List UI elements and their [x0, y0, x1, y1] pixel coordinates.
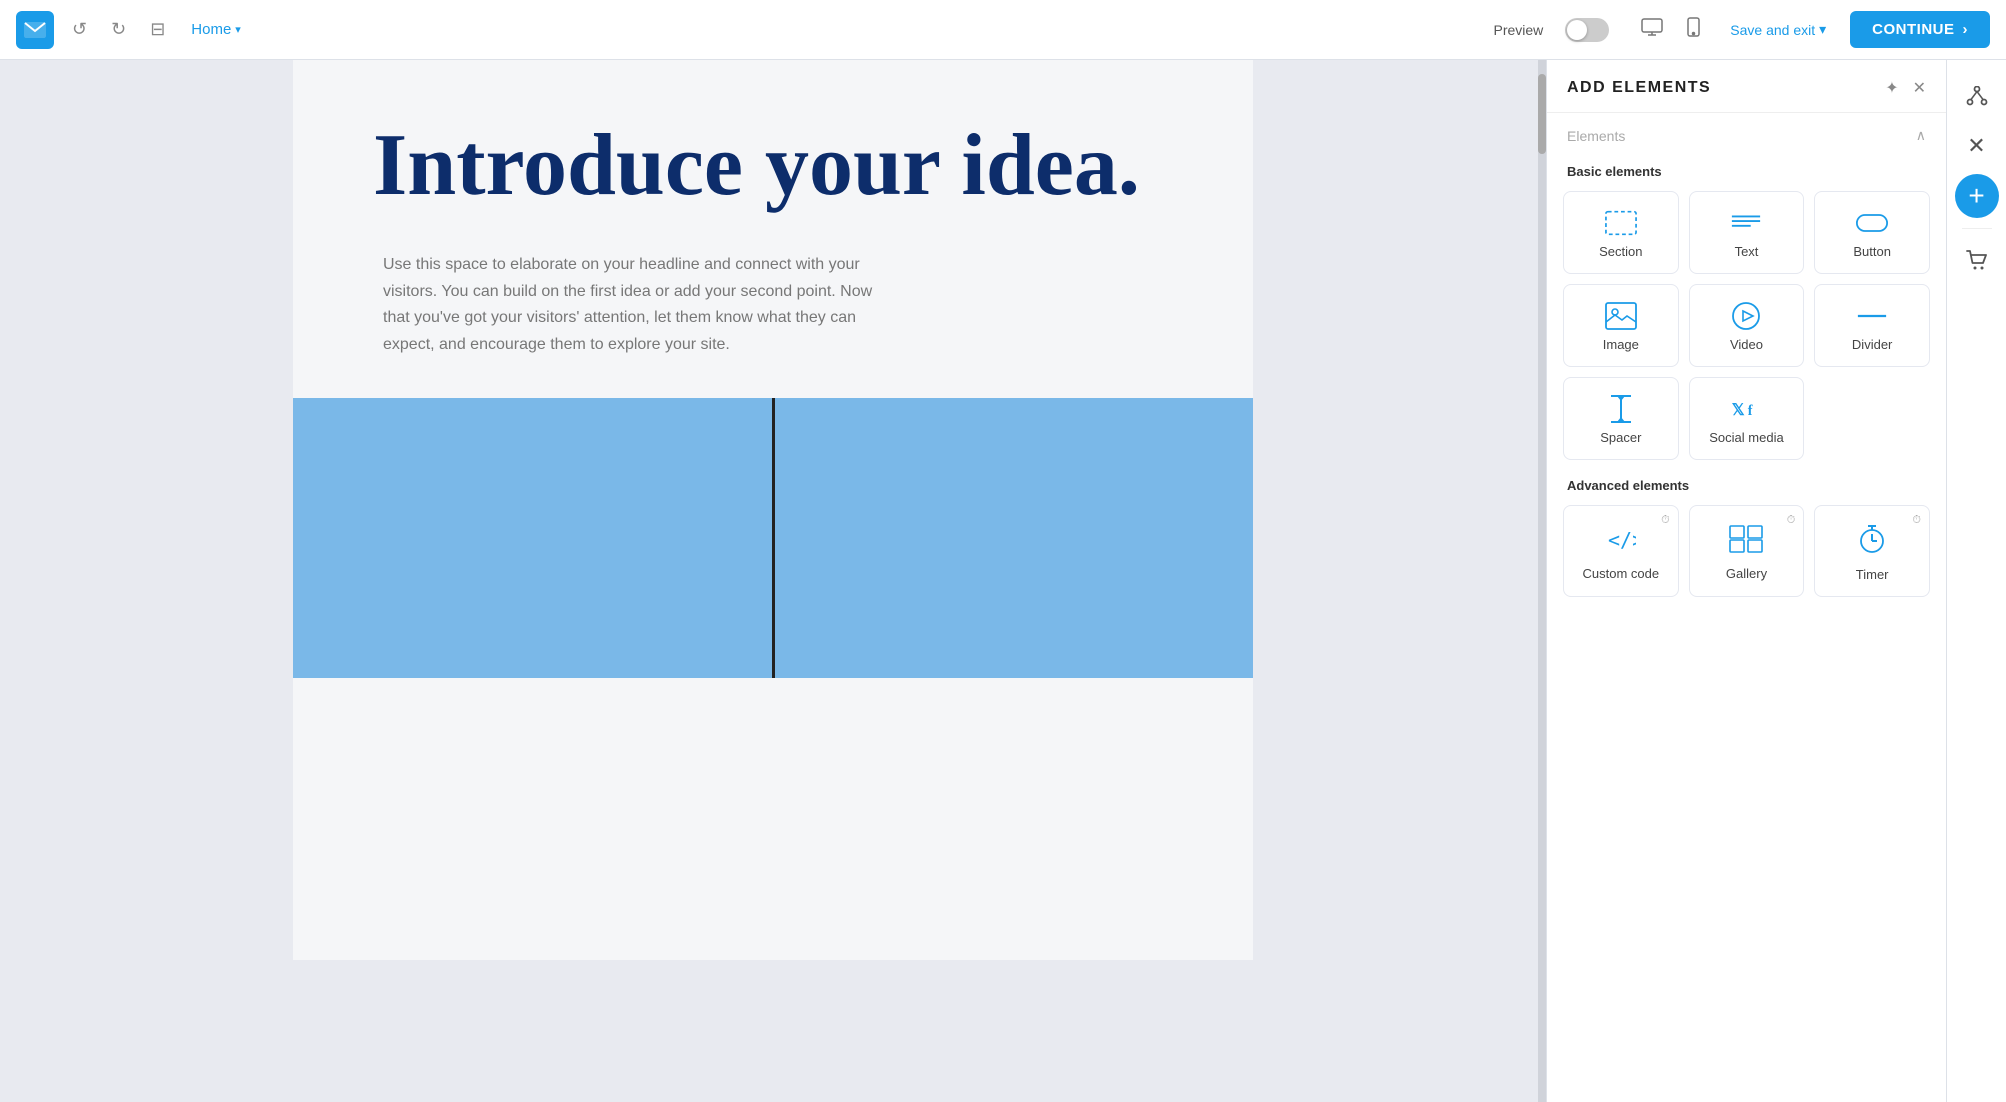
home-chevron-icon: ▾	[235, 23, 241, 36]
elements-collapse-icon: ∧	[1916, 127, 1926, 144]
home-label: Home	[191, 21, 231, 38]
save-exit-label: Save and exit	[1730, 22, 1815, 38]
cart-tool-button[interactable]	[1955, 239, 1999, 283]
preview-label: Preview	[1493, 22, 1543, 38]
element-card-spacer[interactable]: Spacer	[1563, 377, 1679, 460]
save-exit-chevron-icon: ▾	[1819, 21, 1826, 38]
button-icon	[1856, 210, 1888, 236]
svg-text:f: f	[1748, 403, 1753, 419]
continue-label: CONTINUE	[1872, 21, 1954, 38]
element-card-social-media[interactable]: 𝕏 f Social media	[1689, 377, 1805, 460]
page-blue-section	[293, 398, 1253, 678]
logo[interactable]	[16, 11, 54, 49]
gallery-label: Gallery	[1726, 566, 1767, 581]
element-card-section[interactable]: Section	[1563, 191, 1679, 274]
hero-body: Use this space to elaborate on your head…	[373, 252, 873, 358]
timer-lock-icon: ⏱	[1912, 514, 1921, 527]
element-card-custom-code[interactable]: ⏱ </> Custom code	[1563, 505, 1679, 597]
navbar: ↺ ↻ ⊟ Home ▾ Preview Save and exit ▾ CON…	[0, 0, 2006, 60]
redo-button[interactable]: ↻	[105, 13, 132, 46]
sidebar-divider	[1962, 228, 1992, 229]
add-icon: +	[1968, 180, 1984, 212]
main-layout: Introduce your idea. Use this space to e…	[0, 60, 2006, 1102]
social-media-icon: 𝕏 f	[1730, 396, 1762, 422]
image-icon	[1605, 303, 1637, 329]
blue-right	[775, 398, 1254, 678]
desktop-view-button[interactable]	[1635, 12, 1669, 47]
text-label: Text	[1735, 244, 1759, 259]
video-icon	[1730, 303, 1762, 329]
element-card-button[interactable]: Button	[1814, 191, 1930, 274]
undo-button[interactable]: ↺	[66, 13, 93, 46]
add-elements-panel: ADD ELEMENTS ✦ ✕ Elements ∧ Basic elemen…	[1546, 60, 1946, 1102]
panel-title: ADD ELEMENTS	[1567, 79, 1711, 97]
hero-headline: Introduce your idea.	[373, 120, 1173, 212]
spacer-icon	[1605, 396, 1637, 422]
panel-close-button[interactable]: ✕	[1913, 78, 1926, 98]
element-card-timer[interactable]: ⏱ Timer	[1814, 505, 1930, 597]
video-label: Video	[1730, 337, 1763, 352]
blue-left	[293, 398, 772, 678]
panel-header-icons: ✦ ✕	[1885, 78, 1926, 98]
home-button[interactable]: Home ▾	[183, 15, 249, 44]
element-card-gallery[interactable]: ⏱ Gallery	[1689, 505, 1805, 597]
save-exit-button[interactable]: Save and exit ▾	[1718, 15, 1838, 44]
advanced-elements-grid: ⏱ </> Custom code ⏱	[1547, 501, 1946, 605]
continue-button[interactable]: CONTINUE ›	[1850, 11, 1990, 48]
custom-code-icon: </>	[1606, 525, 1636, 558]
image-label: Image	[1603, 337, 1639, 352]
canvas-scrollbar-thumb	[1538, 74, 1546, 154]
mobile-view-button[interactable]	[1681, 11, 1706, 48]
add-tool-button[interactable]: +	[1955, 174, 1999, 218]
section-icon	[1605, 210, 1637, 236]
canvas-area[interactable]: Introduce your idea. Use this space to e…	[0, 60, 1546, 1102]
custom-code-label: Custom code	[1583, 566, 1660, 581]
text-icon	[1730, 210, 1762, 236]
basic-elements-grid: Section Text	[1547, 187, 1946, 468]
panel-pin-button[interactable]: ✦	[1885, 78, 1898, 98]
elements-group-header[interactable]: Elements ∧	[1547, 113, 1946, 154]
element-card-image[interactable]: Image	[1563, 284, 1679, 367]
close-tool-button[interactable]: ✕	[1955, 124, 1999, 168]
divider-icon	[1856, 303, 1888, 329]
canvas-page: Introduce your idea. Use this space to e…	[293, 60, 1253, 960]
section-label: Section	[1599, 244, 1642, 259]
save-button[interactable]: ⊟	[144, 13, 171, 46]
close-icon: ✕	[1967, 133, 1985, 159]
advanced-elements-label: Advanced elements	[1547, 468, 1946, 501]
gallery-lock-icon: ⏱	[1787, 514, 1796, 527]
element-card-video[interactable]: Video	[1689, 284, 1805, 367]
structure-tool-button[interactable]	[1955, 74, 1999, 118]
timer-icon	[1858, 524, 1886, 559]
divider-label: Divider	[1852, 337, 1892, 352]
continue-arrow-icon: ›	[1963, 21, 1969, 38]
canvas-scrollbar[interactable]	[1538, 60, 1546, 1102]
far-right-sidebar: ✕ +	[1946, 60, 2006, 1102]
timer-label: Timer	[1856, 567, 1889, 582]
custom-code-lock-icon: ⏱	[1661, 514, 1670, 527]
elements-section: Elements ∧ Basic elements Section	[1547, 113, 1946, 621]
spacer-label: Spacer	[1600, 430, 1641, 445]
social-media-label: Social media	[1709, 430, 1783, 445]
element-card-divider[interactable]: Divider	[1814, 284, 1930, 367]
basic-elements-label: Basic elements	[1547, 154, 1946, 187]
elements-group-label: Elements	[1567, 128, 1625, 144]
button-label: Button	[1853, 244, 1891, 259]
preview-toggle[interactable]	[1565, 18, 1609, 42]
panel-header: ADD ELEMENTS ✦ ✕	[1547, 60, 1946, 113]
page-hero: Introduce your idea. Use this space to e…	[293, 60, 1253, 398]
svg-text:</>: </>	[1608, 528, 1636, 552]
svg-text:𝕏: 𝕏	[1732, 402, 1745, 419]
gallery-icon	[1729, 525, 1763, 558]
element-card-text[interactable]: Text	[1689, 191, 1805, 274]
